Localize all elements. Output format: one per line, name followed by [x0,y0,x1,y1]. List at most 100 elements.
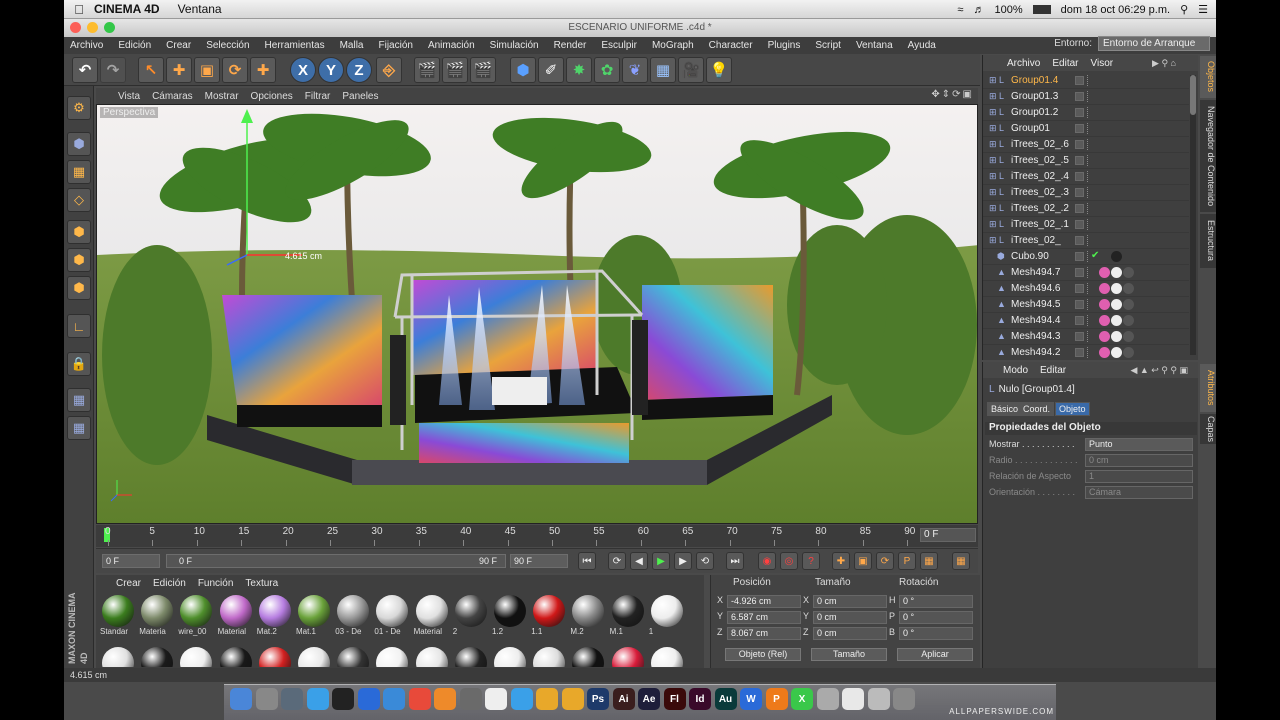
render-toggle[interactable] [1087,203,1091,214]
camera-label[interactable]: Perspectiva [100,107,159,118]
object-row[interactable]: ▲ Mesh494.5 [983,297,1189,313]
apply-button[interactable]: Aplicar [897,648,973,661]
quicktime-icon[interactable] [510,688,533,710]
scale-tool-icon[interactable]: ▣ [194,57,220,83]
material-tag[interactable] [1099,299,1110,310]
edges-mode-icon[interactable]: ⬢ [67,248,91,272]
previous-frame-icon[interactable]: ◀ [630,552,648,570]
cube-primitive-icon[interactable]: ⬢ [510,57,536,83]
material-swatch[interactable]: 1.2 [492,595,528,637]
key-scale-icon[interactable]: ▣ [854,552,872,570]
material-tag[interactable] [1111,299,1122,310]
tab-navegador[interactable]: Navegador de Contenido [1200,100,1216,212]
material-menu-1[interactable]: Edición [153,578,186,589]
object-menu-0[interactable]: Archivo [1007,58,1040,69]
viewport-3d[interactable]: Perspectiva 4.615 cm [96,104,978,524]
visibility-toggle[interactable] [1075,284,1084,293]
material-tag[interactable] [1099,331,1110,342]
axis-y-button[interactable]: Y [318,57,344,83]
attr-tab-1[interactable]: Coord. [1019,402,1055,416]
timeline-layout-icon[interactable]: ▦ [952,552,970,570]
material-swatch[interactable] [610,647,646,667]
launchpad-icon[interactable] [255,688,278,710]
material-tag[interactable] [1123,347,1134,358]
menu-mograph[interactable]: MoGraph [652,40,694,51]
powerpoint-icon[interactable]: P [765,688,788,710]
model-mode-icon[interactable]: ⬢ [67,132,91,156]
minimize-window-button[interactable] [87,22,98,33]
viewport-menu-1[interactable]: Cámaras [152,91,193,102]
viewport-menu-4[interactable]: Filtrar [305,91,331,102]
rotation-b-field[interactable]: 0 ° [899,627,973,640]
material-swatch[interactable] [178,647,214,667]
material-swatch[interactable] [414,647,450,667]
redo-icon[interactable]: ↷ [100,57,126,83]
visibility-toggle[interactable] [1075,332,1084,341]
material-swatch[interactable]: 03 - De [335,595,371,637]
position-y-field[interactable]: 6.587 cm [727,611,801,624]
key-rotation-icon[interactable]: ⟳ [876,552,894,570]
visibility-toggle[interactable] [1075,316,1084,325]
ventana-menu[interactable]: Ventana [178,2,222,16]
menu-malla[interactable]: Malla [340,40,364,51]
indesign-icon[interactable]: Id [689,688,711,710]
textedit-icon[interactable] [357,688,380,710]
material-tag[interactable] [1123,283,1134,294]
clock[interactable]: dom 18 oct 06:29 p.m. [1061,4,1170,16]
illustrator-icon[interactable]: Ai [612,688,635,710]
end-frame-field[interactable]: 90 F [510,554,568,568]
preview-icon[interactable] [485,688,507,710]
volume-icon[interactable]: ♬ [973,4,984,16]
tab-objetos[interactable]: Objetos [1200,56,1216,98]
visibility-toggle[interactable] [1075,220,1084,229]
cloner-icon[interactable]: ✿ [594,57,620,83]
trash-icon[interactable] [842,688,864,710]
menu-archivo[interactable]: Archivo [70,40,103,51]
visibility-toggle[interactable] [1075,172,1084,181]
go-to-end-icon[interactable]: ⏭ [726,552,744,570]
menu-ayuda[interactable]: Ayuda [908,40,936,51]
spotlight-icon[interactable]: ⚲ [1180,3,1188,16]
select-tool-icon[interactable]: ↖ [138,57,164,83]
chrome-icon[interactable] [408,688,431,710]
material-tag[interactable] [1123,299,1134,310]
pen-spline-icon[interactable]: ✐ [538,57,564,83]
aftereffects-icon[interactable]: Ae [638,688,660,710]
object-menu-1[interactable]: Editar [1052,58,1078,69]
axis-x-button[interactable]: X [290,57,316,83]
apple-icon[interactable]:  [64,2,94,17]
object-row[interactable]: ▲ Mesh494.7 [983,265,1189,281]
material-tag[interactable] [1111,331,1122,342]
material-swatch[interactable]: M.2 [570,595,606,637]
material-swatch[interactable]: Mat.2 [257,595,293,637]
menu-render[interactable]: Render [554,40,587,51]
next-frame-icon[interactable]: ▶ [674,552,692,570]
rotation-p-field[interactable]: 0 ° [899,611,973,624]
object-row[interactable]: ▲ Mesh494.2 [983,345,1189,358]
render-toggle[interactable] [1087,219,1091,230]
visibility-toggle[interactable] [1075,140,1084,149]
range-slider[interactable]: 0 F 90 F [166,554,506,568]
visibility-toggle[interactable] [1075,92,1084,101]
system-prefs-icon[interactable] [459,688,482,710]
object-row[interactable]: ▲ Mesh494.3 [983,329,1189,345]
object-scrollbar[interactable] [1190,75,1196,355]
material-menu-2[interactable]: Función [198,578,234,589]
photoshop-icon[interactable]: Ps [587,688,609,710]
locked-workplane-icon[interactable]: ▦ [67,416,91,440]
material-tag[interactable] [1099,267,1110,278]
notifications-icon[interactable]: ☰ [1198,3,1208,16]
workplane-icon[interactable]: ◇ [67,188,91,212]
material-tag[interactable] [1123,267,1134,278]
tab-capas[interactable]: Capas [1200,414,1216,444]
attribute-menu-1[interactable]: Editar [1040,365,1066,376]
render-toggle[interactable] [1087,187,1091,198]
render-view-icon[interactable]: 🎬 [414,57,440,83]
material-tag[interactable] [1099,347,1110,358]
size-y-field[interactable]: 0 cm [813,611,887,624]
attr-tab-0[interactable]: Básico [987,402,1023,416]
mail-icon[interactable] [281,688,303,710]
floor-icon[interactable]: ▦ [650,57,676,83]
flash-icon[interactable]: Fl [663,688,686,710]
coord-system-icon[interactable]: ⎆ [376,57,402,83]
